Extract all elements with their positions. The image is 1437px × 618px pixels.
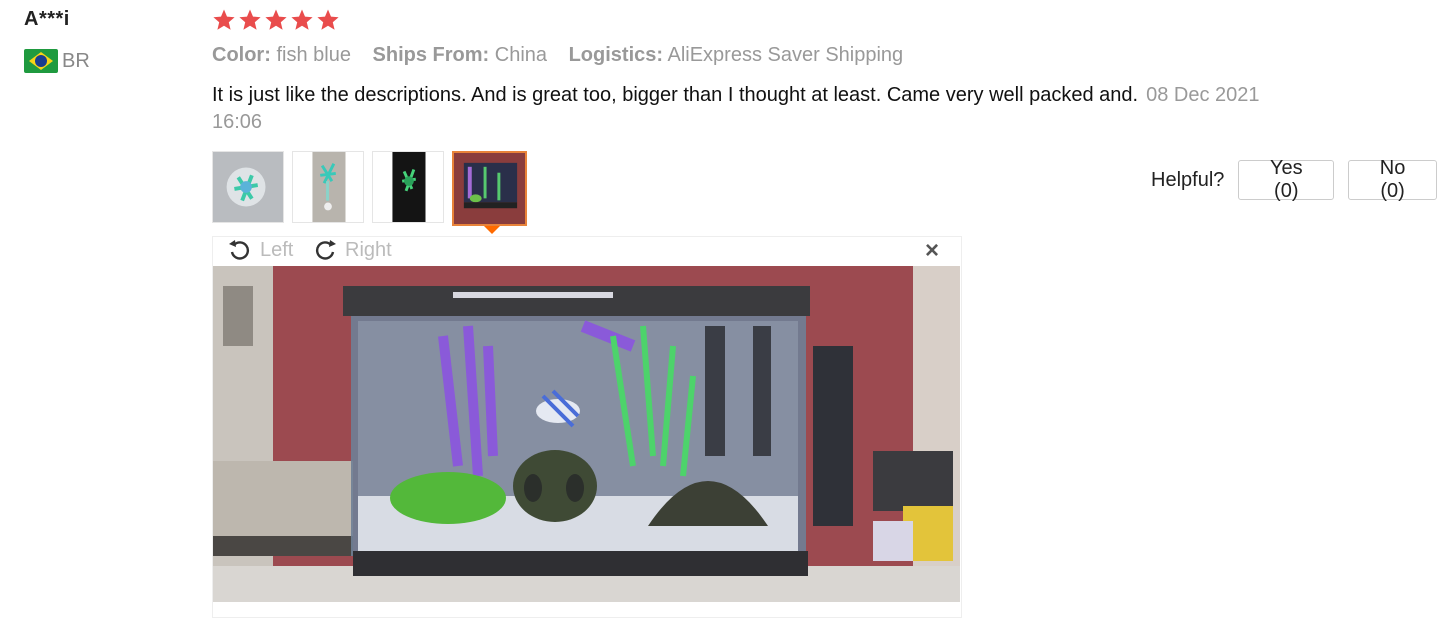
active-thumbnail-pointer: [484, 226, 500, 234]
order-attributes: Color: fish blue Ships From: China Logis…: [212, 44, 903, 67]
helpful-yes-button[interactable]: Yes (0): [1238, 157, 1335, 202]
star-icon: [265, 9, 287, 30]
helpful-label: Helpful?: [1151, 168, 1225, 191]
review-photo[interactable]: [213, 266, 960, 602]
brazil-flag-icon: [24, 49, 58, 73]
attr-color: Color: fish blue: [212, 44, 351, 66]
star-icon: [291, 9, 313, 30]
rotate-left-label: Left: [260, 238, 294, 261]
reviewer-country: BR: [24, 48, 90, 74]
reviewer-name: A***i: [24, 8, 70, 30]
helpful-no-button[interactable]: No (0): [1348, 157, 1437, 202]
review-body: It is just like the descriptions. And is…: [212, 84, 1139, 106]
review-thumbnail[interactable]: [212, 151, 284, 223]
star-rating: [212, 8, 340, 32]
helpful-votes: Helpful? Yes (0) No (0): [1151, 157, 1437, 202]
attr-logistics: Logistics: AliExpress Saver Shipping: [568, 44, 904, 66]
close-icon[interactable]: ×: [925, 239, 939, 263]
rotate-left-icon: [229, 240, 249, 260]
review-thumbnail-active[interactable]: [452, 151, 527, 226]
review-thumbnail[interactable]: [292, 151, 364, 223]
star-icon: [317, 9, 339, 30]
review-thumbnails: [212, 151, 527, 226]
rotate-right-label: Right: [345, 238, 392, 261]
star-icon: [239, 9, 261, 30]
country-code: BR: [62, 49, 90, 72]
review-text: It is just like the descriptions. And is…: [212, 82, 1287, 136]
rotate-right-icon: [316, 240, 336, 260]
attr-ships-from: Ships From: China: [372, 44, 548, 66]
review-thumbnail[interactable]: [372, 151, 444, 223]
rotate-right-button[interactable]: Right: [313, 238, 392, 262]
rotate-left-button[interactable]: Left: [228, 238, 293, 262]
star-icon: [213, 9, 235, 30]
